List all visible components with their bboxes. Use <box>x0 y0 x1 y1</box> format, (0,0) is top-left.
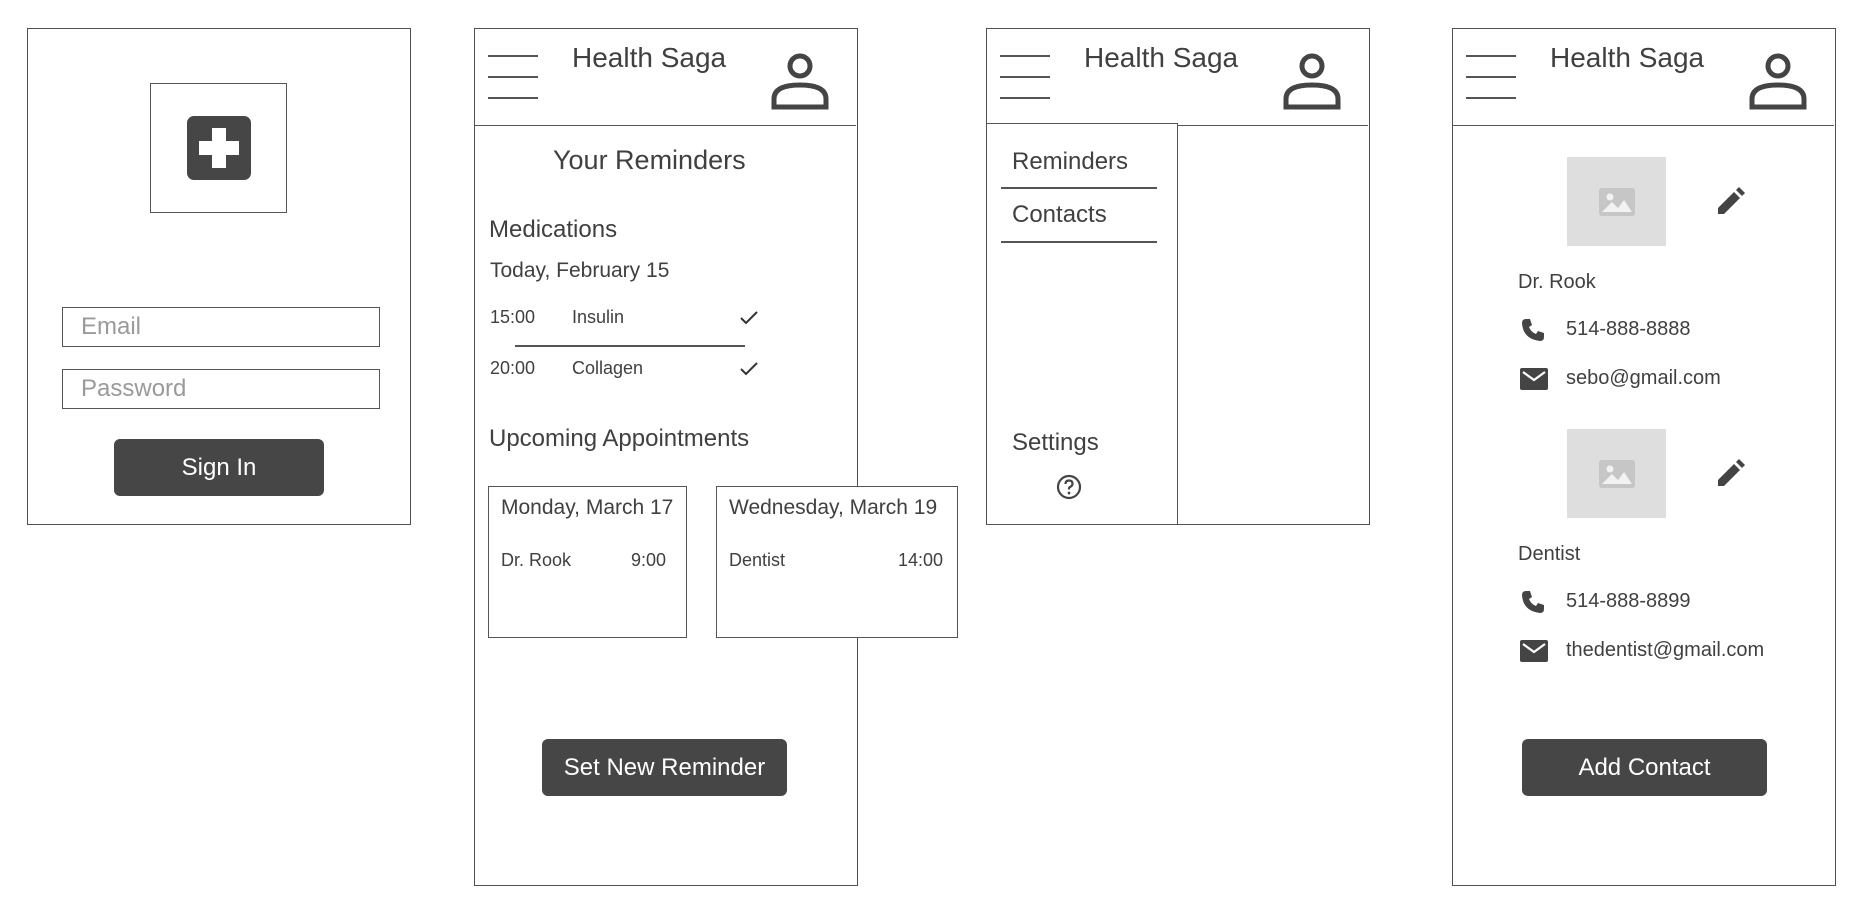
menu-item-reminders[interactable]: Reminders <box>1012 148 1128 176</box>
password-field[interactable]: Password <box>62 369 380 409</box>
contact-photo <box>1567 429 1666 518</box>
user-profile-icon[interactable] <box>1282 51 1342 111</box>
hamburger-menu-icon[interactable] <box>1466 55 1516 99</box>
user-profile-icon[interactable] <box>1748 51 1808 111</box>
menu-item-contacts[interactable]: Contacts <box>1012 201 1107 229</box>
date-label: Today, February 15 <box>490 259 670 282</box>
app-title: Health Saga <box>1550 42 1705 73</box>
checkmark-icon[interactable] <box>739 360 759 378</box>
contact-name: Dr. Rook <box>1518 271 1596 293</box>
app-logo-frame <box>150 83 287 213</box>
hamburger-menu-icon[interactable] <box>1000 55 1050 99</box>
contact-photo <box>1567 157 1666 246</box>
image-placeholder-icon <box>1598 459 1635 488</box>
medications-heading: Medications <box>489 216 618 243</box>
medication-divider <box>515 345 745 347</box>
medication-name: Insulin <box>572 307 625 327</box>
login-screen: Email Password Sign In <box>27 28 411 525</box>
app-header: Health Saga <box>475 29 856 126</box>
appointment-card[interactable]: Wednesday, March 19 Dentist 14:00 <box>716 486 958 638</box>
contacts-screen: Health Saga Dr. Rook 514-888-8888 sebo@g… <box>1452 28 1836 886</box>
medication-name: Collagen <box>572 358 644 378</box>
app-title: Health Saga <box>1084 42 1239 73</box>
contact-name: Dentist <box>1518 543 1581 565</box>
menu-item-settings[interactable]: Settings <box>1012 429 1099 457</box>
contact-email[interactable]: thedentist@gmail.com <box>1566 639 1764 662</box>
medical-cross-icon <box>187 116 251 180</box>
reminders-screen: Health Saga Your Reminders Medications T… <box>474 28 858 886</box>
help-circle-icon[interactable] <box>1056 474 1082 500</box>
contact-card: Dentist 514-888-8899 thedentist@gmail.co… <box>1453 429 1834 699</box>
phone-icon[interactable] <box>1520 589 1546 615</box>
contact-card: Dr. Rook 514-888-8888 sebo@gmail.com <box>1453 157 1834 427</box>
phone-icon[interactable] <box>1520 317 1546 343</box>
appointment-who: Dentist <box>729 550 786 570</box>
appointment-who: Dr. Rook <box>501 550 572 570</box>
contact-phone[interactable]: 514-888-8899 <box>1566 590 1691 613</box>
side-menu-drawer: Reminders Contacts Settings <box>987 123 1178 525</box>
email-field[interactable]: Email <box>62 307 380 347</box>
medication-time: 20:00 <box>490 358 536 378</box>
set-new-reminder-button[interactable]: Set New Reminder <box>542 739 787 796</box>
contact-email[interactable]: sebo@gmail.com <box>1566 367 1721 390</box>
add-contact-button[interactable]: Add Contact <box>1522 739 1767 796</box>
app-title: Health Saga <box>572 42 727 73</box>
medication-time: 15:00 <box>490 307 536 327</box>
page-title: Your Reminders <box>553 145 746 175</box>
checkmark-icon[interactable] <box>739 309 759 327</box>
appointment-card[interactable]: Monday, March 17 Dr. Rook 9:00 <box>488 486 687 638</box>
appointment-date: Monday, March 17 <box>501 496 674 519</box>
appointment-time: 14:00 <box>897 550 943 570</box>
hamburger-menu-icon[interactable] <box>488 55 538 99</box>
menu-divider <box>1001 241 1157 243</box>
edit-pencil-icon[interactable] <box>1715 187 1745 217</box>
menu-screen: Health Saga Reminders Contacts Settings <box>986 28 1370 525</box>
app-header: Health Saga <box>1453 29 1834 126</box>
app-header: Health Saga <box>987 29 1368 126</box>
edit-pencil-icon[interactable] <box>1715 459 1745 489</box>
menu-divider <box>1001 187 1157 189</box>
email-icon[interactable] <box>1520 640 1548 662</box>
sign-in-button[interactable]: Sign In <box>114 439 324 496</box>
email-icon[interactable] <box>1520 368 1548 390</box>
user-profile-icon[interactable] <box>770 51 830 111</box>
appointments-heading: Upcoming Appointments <box>489 425 750 452</box>
appointment-date: Wednesday, March 19 <box>729 496 938 519</box>
appointment-time: 9:00 <box>630 550 666 570</box>
image-placeholder-icon <box>1598 187 1635 216</box>
contact-phone[interactable]: 514-888-8888 <box>1566 318 1691 341</box>
